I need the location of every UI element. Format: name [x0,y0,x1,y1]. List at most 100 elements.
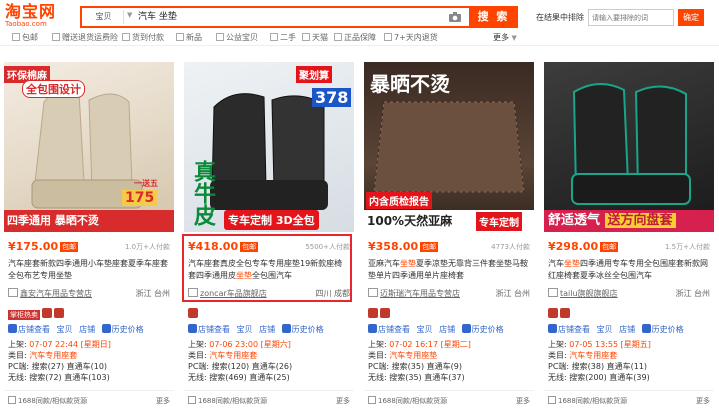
shop-view-link[interactable]: 店铺查看 [378,325,410,334]
logo-sub-text: Taobao.com [5,20,47,28]
price-history-link[interactable]: 历史价格 [652,325,684,334]
product-title[interactable]: 亚麻汽车坐垫夏季凉垫无靠背三件套坐垫马鞍垫单片四季通用单片座椅套 [368,258,530,284]
item-link[interactable]: 宝贝 [597,325,613,334]
shop-row: 鑫安汽车用品专营店 浙江 台州 [8,288,170,300]
camera-icon[interactable] [448,11,462,23]
price-row: ¥358.00 包邮 4773人付款 [368,240,530,254]
product-image[interactable]: 聚划算 378 真牛皮 专车定制 3D全包 [184,62,354,232]
shop-name[interactable]: tailu旗舰旗舰店 [560,289,618,298]
more-link[interactable]: 更多 [696,396,710,406]
checkbox-icon [52,33,60,41]
shop-view-link[interactable]: 店铺查看 [558,325,590,334]
chevron-down-icon: ▼ [127,11,133,19]
image-badge: 聚划算 [296,66,332,83]
product-image[interactable]: 舒适透气 送方向盘套 [544,62,714,232]
pc-stats: 搜索(27) 直通车(10) [31,362,108,371]
listing-date: 07-07 22:44 [星期日] [29,340,111,349]
item-link[interactable]: 宝贝 [417,325,433,334]
image-headline: 真牛皮 [190,160,215,226]
product-card: 聚划算 378 真牛皮 专车定制 3D全包 ¥418.00 包邮 5500+人付款… [182,62,354,411]
filter-checkbox[interactable]: 二手 [270,32,296,43]
price-history-link[interactable]: 历史价格 [292,325,324,334]
shop-name[interactable]: 迈斯瑞汽车用品专营店 [380,289,460,298]
price: ¥298.00 [548,240,599,253]
shop-view-icon [368,324,377,333]
search-box: 宝贝 ▼ 搜 索 [80,6,518,28]
filter-checkbox[interactable]: 正品保障 [334,32,376,43]
crown-icon [54,308,64,318]
find-similar-link[interactable]: 1688同款/相似款货源 [188,396,267,406]
action-links: 店铺查看 宝贝 店铺 历史价格 [368,324,530,336]
sales-count: 1.0万+人付款 [125,243,170,251]
action-links: 店铺查看 宝贝 店铺 历史价格 [548,324,710,336]
filter-checkbox[interactable]: 新品 [176,32,202,43]
exclude-input[interactable] [588,9,674,26]
product-title[interactable]: 汽车座套新款四季通用小车垫座套夏季车座套全包布艺专用坐垫 [8,258,170,284]
product-card: 环保棉麻 全包围设计 四季通用 暴晒不烫 175 一送五 ¥175.00 包邮 1… [4,62,174,411]
location: 浙江 台州 [135,289,170,298]
category: 汽车专用座套 [569,351,618,360]
search-button[interactable]: 搜 索 [469,6,518,28]
price-history-link[interactable]: 历史价格 [112,325,144,334]
card-footer: 1688同款/相似款货源 更多 [364,390,534,411]
filter-checkbox[interactable]: 包邮 [12,32,38,43]
card-footer: 1688同款/相似款货源 更多 [544,390,714,411]
more-filters-button[interactable]: 更多 ▼ [493,32,517,43]
store-link[interactable]: 店铺 [619,325,635,334]
category: 汽车专用座套 [209,351,258,360]
more-link[interactable]: 更多 [516,396,530,406]
filter-checkbox[interactable]: 公益宝贝 [216,32,258,43]
price-history-icon [281,324,291,333]
store-link[interactable]: 店铺 [79,325,95,334]
shop-view-icon [8,324,17,333]
image-tag: 专车定制 [476,212,522,231]
image-banner: 专车定制 3D全包 [224,210,319,230]
price: ¥175.00 [8,240,59,253]
image-banner: 舒适透气 送方向盘套 [544,210,714,232]
item-link[interactable]: 宝贝 [57,325,73,334]
filter-checkbox[interactable]: 货到付款 [122,32,164,43]
price-history-icon [101,324,111,333]
price-row: ¥298.00 包邮 1.5万+人付款 [548,240,710,254]
exclude-confirm-button[interactable]: 确定 [678,9,704,26]
image-banner: 四季通用 暴晒不烫 [4,210,174,232]
more-link[interactable]: 更多 [336,396,350,406]
item-link[interactable]: 宝贝 [237,325,253,334]
product-image[interactable]: 环保棉麻 全包围设计 四季通用 暴晒不烫 175 一送五 [4,62,174,232]
shop-name[interactable]: 鑫安汽车用品专营店 [20,289,92,298]
search-input[interactable] [134,8,444,26]
checkbox-icon [384,33,392,41]
find-similar-link[interactable]: 1688同款/相似款货源 [368,396,447,406]
seat-illustration [571,83,691,205]
product-card: 暴晒不烫 内含质检报告 100%天然亚麻 专车定制 ¥358.00 包邮 4773… [364,62,534,411]
category: 汽车专用座套 [29,351,78,360]
price-history-link[interactable]: 历史价格 [472,325,504,334]
shop-icon [548,288,558,297]
similar-icon [368,396,376,404]
item-info: 上架: 07-02 16:17 [星期二] 类目: 汽车专用座垫 PC端: 搜索… [368,340,471,382]
filter-checkbox[interactable]: 天猫 [302,32,328,43]
store-link[interactable]: 店铺 [439,325,455,334]
taobao-logo[interactable]: 淘宝网 Taobao.com [5,3,65,29]
product-title[interactable]: 汽车坐垫四季通用专车专用全包围座套新款网红座椅套夏季冰丝全包围汽车 [548,258,710,284]
site-header: 淘宝网 Taobao.com 宝贝 ▼ 搜 索 在结果中排除 确定 [0,0,719,30]
mobile-stats: 搜索(35) 直通车(37) [389,373,465,382]
find-similar-link[interactable]: 1688同款/相似款货源 [8,396,87,406]
checkbox-icon [216,33,224,41]
item-info: 上架: 07-05 13:55 [星期五] 类目: 汽车专用座套 PC端: 搜索… [548,340,651,382]
store-link[interactable]: 店铺 [259,325,275,334]
search-category-select[interactable]: 宝贝 [84,10,124,24]
shop-view-link[interactable]: 店铺查看 [18,325,50,334]
badges [368,308,530,320]
find-similar-link[interactable]: 1688同款/相似款货源 [548,396,627,406]
filter-checkbox[interactable]: 7+天内退货 [384,32,438,43]
product-image[interactable]: 暴晒不烫 内含质检报告 100%天然亚麻 专车定制 [364,62,534,232]
shop-view-link[interactable]: 店铺查看 [198,325,230,334]
image-promo: 一送五 [134,179,158,188]
action-links: 店铺查看 宝贝 店铺 历史价格 [8,324,170,336]
more-link[interactable]: 更多 [156,396,170,406]
checkbox-icon [122,33,130,41]
filter-checkbox[interactable]: 赠送退货运费险 [52,32,118,43]
image-badge: 内含质检报告 [366,192,432,209]
crown-icon [42,308,52,318]
